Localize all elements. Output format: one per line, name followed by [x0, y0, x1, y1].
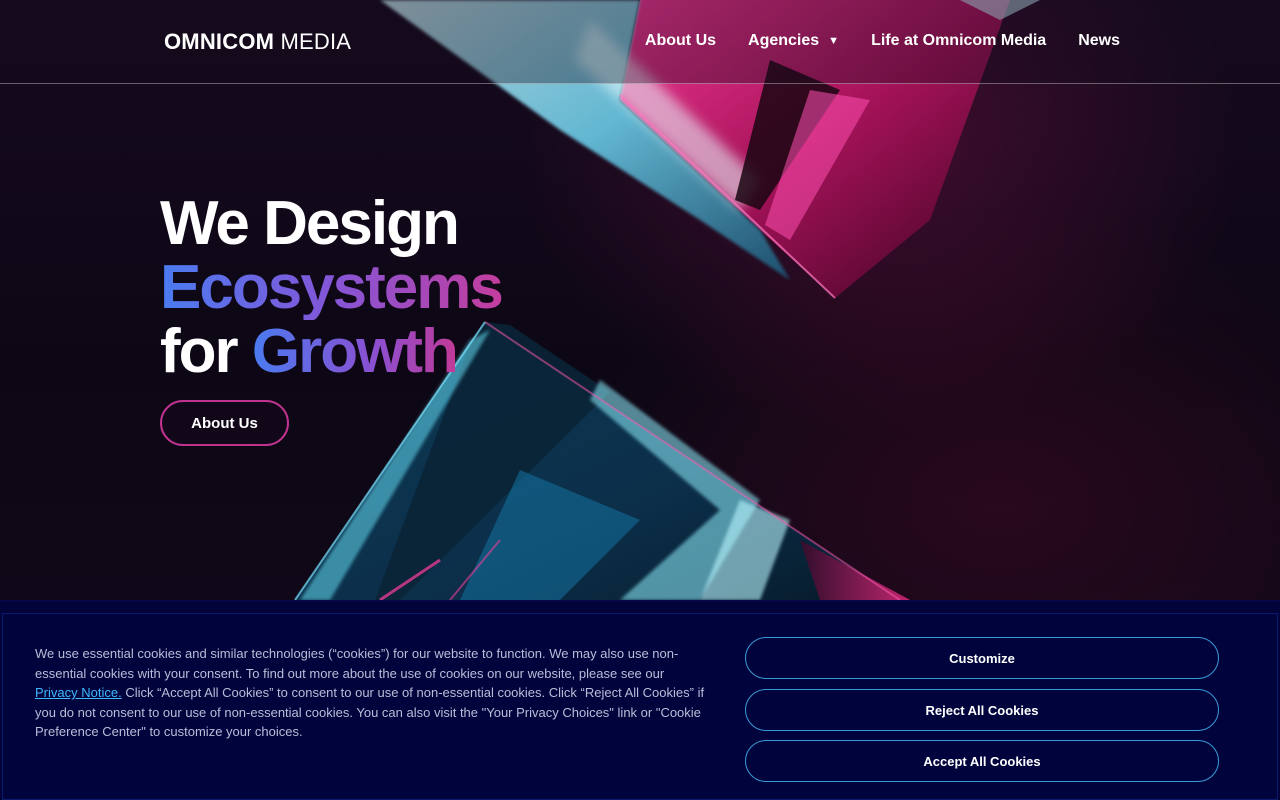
nav-agencies-label: Agencies	[748, 32, 820, 49]
headline-growth: Growth	[251, 317, 459, 386]
headline-line-1: We Design	[160, 189, 460, 258]
cookie-text-part-2: Click “Accept All Cookies” to consent to…	[35, 685, 705, 740]
reject-all-cookies-button[interactable]: Reject All Cookies	[745, 689, 1219, 731]
nav-about-us[interactable]: About Us	[645, 32, 716, 50]
nav-life-label: Life at Omnicom Media	[871, 32, 1047, 49]
privacy-notice-link[interactable]: Privacy Notice.	[35, 685, 122, 700]
nav-news-label: News	[1078, 32, 1120, 49]
main-nav: About Us Agencies ▼ Life at Omnicom Medi…	[645, 32, 1120, 50]
customize-button[interactable]: Customize	[745, 637, 1219, 679]
nav-agencies[interactable]: Agencies ▼	[748, 32, 839, 50]
accept-all-cookies-button[interactable]: Accept All Cookies	[745, 740, 1219, 782]
hero-headline: We Design Ecosystems for Growth	[160, 189, 504, 384]
nav-life-at-omnicom[interactable]: Life at Omnicom Media	[871, 32, 1046, 50]
logo-bold-text: OMNICOM	[164, 29, 275, 54]
cookie-notice-text: We use essential cookies and similar tec…	[35, 644, 705, 742]
headline-line-3: for Growth	[160, 320, 502, 384]
site-header: OMNICOM MEDIA About Us Agencies ▼ Life a…	[0, 0, 1280, 84]
about-us-button[interactable]: About Us	[160, 400, 289, 446]
cookie-banner: We use essential cookies and similar tec…	[0, 600, 1280, 800]
cookie-text-part-1: We use essential cookies and similar tec…	[35, 646, 679, 681]
cookie-banner-panel: We use essential cookies and similar tec…	[2, 613, 1278, 800]
omnicom-media-logo[interactable]: OMNICOM MEDIA	[164, 29, 351, 55]
caret-down-icon: ▼	[828, 35, 840, 47]
nav-about-us-label: About Us	[644, 32, 717, 49]
nav-news[interactable]: News	[1078, 32, 1120, 50]
headline-line-2: Ecosystems	[160, 253, 504, 322]
logo-light-text: MEDIA	[280, 29, 352, 54]
headline-for: for	[160, 317, 239, 386]
